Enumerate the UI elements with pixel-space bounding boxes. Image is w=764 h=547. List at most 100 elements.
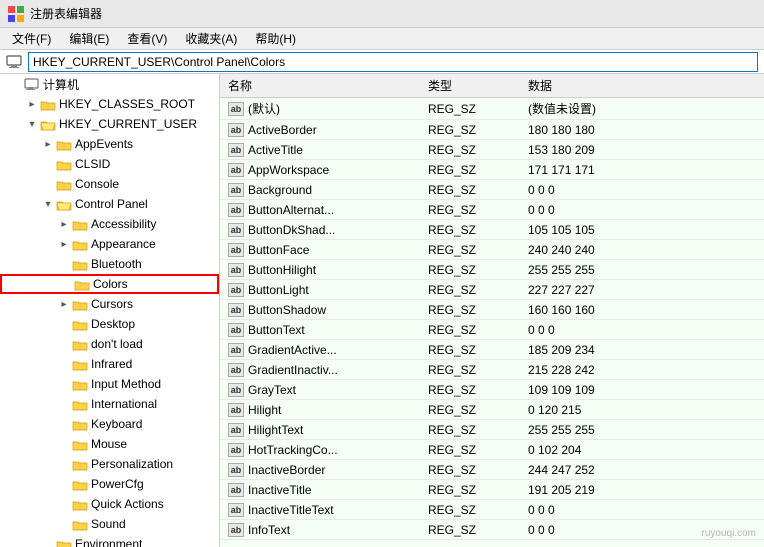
- table-row[interactable]: abInfoTextREG_SZ0 0 0: [220, 520, 764, 540]
- table-row[interactable]: abButtonTextREG_SZ0 0 0: [220, 320, 764, 340]
- tree-node-keyboard[interactable]: Keyboard: [0, 414, 219, 434]
- tree-node-environment[interactable]: Environment: [0, 534, 219, 547]
- cell-name-text-8: ButtonHilight: [248, 263, 316, 277]
- cell-type-20: REG_SZ: [420, 500, 520, 520]
- expand-icon-accessibility[interactable]: ▸: [56, 216, 72, 232]
- address-label: [6, 54, 24, 69]
- table-row[interactable]: abInactiveBorderREG_SZ244 247 252: [220, 460, 764, 480]
- type-icon-5: ab: [228, 203, 244, 217]
- cell-type-16: REG_SZ: [420, 420, 520, 440]
- table-row[interactable]: abButtonShadowREG_SZ160 160 160: [220, 300, 764, 320]
- folder-icon-appearance: [72, 236, 88, 252]
- cell-name-6: abButtonDkShad...: [220, 220, 420, 240]
- expand-icon-cursors[interactable]: ▸: [56, 296, 72, 312]
- table-row[interactable]: abGradientInactiv...REG_SZ215 228 242: [220, 360, 764, 380]
- type-icon-10: ab: [228, 303, 244, 317]
- cell-name-text-18: InactiveBorder: [248, 463, 325, 477]
- menu-item-文件(F)[interactable]: 文件(F): [4, 28, 59, 49]
- tree-node-mouse[interactable]: Mouse: [0, 434, 219, 454]
- cell-data-15: 0 120 215: [520, 400, 764, 420]
- table-row[interactable]: abButtonFaceREG_SZ240 240 240: [220, 240, 764, 260]
- cell-type-9: REG_SZ: [420, 280, 520, 300]
- expand-icon-appearance[interactable]: ▸: [56, 236, 72, 252]
- expand-icon-hkcr[interactable]: ▸: [24, 96, 40, 112]
- tree-label-personalization: Personalization: [91, 457, 173, 471]
- table-row[interactable]: abButtonAlternat...REG_SZ0 0 0: [220, 200, 764, 220]
- cell-data-4: 0 0 0: [520, 180, 764, 200]
- cell-type-3: REG_SZ: [420, 160, 520, 180]
- expand-icon-controlpanel[interactable]: ▾: [40, 196, 56, 212]
- tree-node-dontload[interactable]: don't load: [0, 334, 219, 354]
- table-header-row: 名称 类型 数据: [220, 74, 764, 98]
- tree-node-bluetooth[interactable]: Bluetooth: [0, 254, 219, 274]
- table-row[interactable]: abAppWorkspaceREG_SZ171 171 171: [220, 160, 764, 180]
- table-row[interactable]: abActiveBorderREG_SZ180 180 180: [220, 120, 764, 140]
- table-row[interactable]: abBackgroundREG_SZ0 0 0: [220, 180, 764, 200]
- tree-node-clsid[interactable]: CLSID: [0, 154, 219, 174]
- tree-node-hkcu[interactable]: ▾HKEY_CURRENT_USER: [0, 114, 219, 134]
- tree-node-hkcr[interactable]: ▸HKEY_CLASSES_ROOT: [0, 94, 219, 114]
- address-bar: [0, 50, 764, 74]
- table-row[interactable]: abButtonHilightREG_SZ255 255 255: [220, 260, 764, 280]
- type-icon-17: ab: [228, 443, 244, 457]
- folder-icon-sound: [72, 516, 88, 532]
- folder-icon-inputmethod: [72, 376, 88, 392]
- table-row[interactable]: abHilightREG_SZ0 120 215: [220, 400, 764, 420]
- tree-node-quickactions[interactable]: Quick Actions: [0, 494, 219, 514]
- watermark: ruyouqi.com: [702, 528, 756, 539]
- cell-data-20: 0 0 0: [520, 500, 764, 520]
- type-icon-18: ab: [228, 463, 244, 477]
- type-icon-3: ab: [228, 163, 244, 177]
- tree-label-infrared: Infrared: [91, 357, 132, 371]
- tree-node-international[interactable]: International: [0, 394, 219, 414]
- tree-node-inputmethod[interactable]: Input Method: [0, 374, 219, 394]
- type-icon-19: ab: [228, 483, 244, 497]
- tree-node-personalization[interactable]: Personalization: [0, 454, 219, 474]
- table-row[interactable]: ab(默认)REG_SZ(数值未设置): [220, 98, 764, 120]
- expand-icon-keyboard: [56, 416, 72, 432]
- cell-data-2: 153 180 209: [520, 140, 764, 160]
- table-row[interactable]: abHotTrackingCo...REG_SZ0 102 204: [220, 440, 764, 460]
- cell-name-text-12: GradientActive...: [248, 343, 337, 357]
- table-row[interactable]: abGrayTextREG_SZ109 109 109: [220, 380, 764, 400]
- cell-name-9: abButtonLight: [220, 280, 420, 300]
- expand-icon-hkcu[interactable]: ▾: [24, 116, 40, 132]
- expand-icon-mouse: [56, 436, 72, 452]
- menu-item-编辑(E)[interactable]: 编辑(E): [61, 28, 117, 49]
- cell-data-13: 215 228 242: [520, 360, 764, 380]
- tree-panel: 计算机▸HKEY_CLASSES_ROOT▾HKEY_CURRENT_USER▸…: [0, 74, 220, 547]
- tree-node-console[interactable]: Console: [0, 174, 219, 194]
- tree-node-colors[interactable]: Colors: [0, 274, 219, 294]
- cell-name-11: abButtonText: [220, 320, 420, 340]
- table-row[interactable]: abInactiveTitleTextREG_SZ0 0 0: [220, 500, 764, 520]
- tree-label-sound: Sound: [91, 517, 126, 531]
- table-row[interactable]: abButtonDkShad...REG_SZ105 105 105: [220, 220, 764, 240]
- expand-icon-appevents[interactable]: ▸: [40, 136, 56, 152]
- cell-name-0: ab(默认): [220, 98, 420, 120]
- tree-node-desktop[interactable]: Desktop: [0, 314, 219, 334]
- tree-node-appearance[interactable]: ▸ Appearance: [0, 234, 219, 254]
- cell-data-18: 244 247 252: [520, 460, 764, 480]
- tree-node-appevents[interactable]: ▸AppEvents: [0, 134, 219, 154]
- tree-node-controlpanel[interactable]: ▾Control Panel: [0, 194, 219, 214]
- tree-label-appearance: Appearance: [91, 237, 156, 251]
- menu-item-查看(V)[interactable]: 查看(V): [119, 28, 175, 49]
- address-path[interactable]: [28, 52, 758, 72]
- table-row[interactable]: abHilightTextREG_SZ255 255 255: [220, 420, 764, 440]
- tree-node-infrared[interactable]: Infrared: [0, 354, 219, 374]
- table-row[interactable]: abGradientActive...REG_SZ185 209 234: [220, 340, 764, 360]
- tree-node-cursors[interactable]: ▸Cursors: [0, 294, 219, 314]
- tree-label-powercfg: PowerCfg: [91, 477, 144, 491]
- cell-data-11: 0 0 0: [520, 320, 764, 340]
- tree-node-sound[interactable]: Sound: [0, 514, 219, 534]
- tree-node-powercfg[interactable]: PowerCfg: [0, 474, 219, 494]
- expand-icon-desktop: [56, 316, 72, 332]
- table-row[interactable]: abActiveTitleREG_SZ153 180 209: [220, 140, 764, 160]
- menu-item-收藏夹(A)[interactable]: 收藏夹(A): [177, 28, 245, 49]
- tree-node-accessibility[interactable]: ▸Accessibility: [0, 214, 219, 234]
- cell-name-17: abHotTrackingCo...: [220, 440, 420, 460]
- table-row[interactable]: abButtonLightREG_SZ227 227 227: [220, 280, 764, 300]
- tree-node-computer[interactable]: 计算机: [0, 74, 219, 94]
- table-row[interactable]: abInactiveTitleREG_SZ191 205 219: [220, 480, 764, 500]
- menu-item-帮助(H)[interactable]: 帮助(H): [247, 28, 304, 49]
